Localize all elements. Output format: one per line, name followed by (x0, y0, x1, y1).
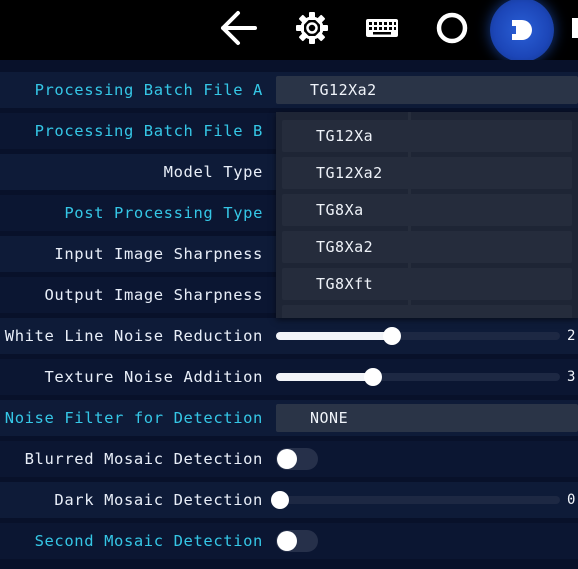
dropdown-option[interactable]: TG12Xa2 (282, 157, 572, 189)
dark-mosaic-slider[interactable] (271, 491, 560, 509)
dropdown-option[interactable]: TG8Xa2 (282, 231, 572, 263)
setting-batch-file-a: Processing Batch File A TG12Xa2 (0, 72, 578, 108)
second-mosaic-toggle[interactable] (276, 530, 318, 552)
active-mode-button[interactable] (490, 0, 554, 62)
setting-white-line-noise: White Line Noise Reduction 2 (0, 318, 578, 354)
setting-label: Blurred Mosaic Detection (24, 450, 263, 468)
settings-panel: Processing Batch File A TG12Xa2 Processi… (0, 60, 578, 569)
white-line-noise-slider[interactable] (276, 327, 560, 345)
keyboard-button[interactable] (360, 6, 404, 50)
dropdown-option[interactable]: TG12Xa (282, 120, 572, 152)
slider-thumb[interactable] (364, 368, 382, 386)
setting-dark-mosaic: Dark Mosaic Detection 0 (0, 482, 578, 518)
dropdown-option[interactable]: TG8Xa (282, 194, 572, 226)
slider-value: 2 (567, 328, 576, 344)
blurred-mosaic-toggle[interactable] (276, 448, 318, 470)
circle-button[interactable] (430, 6, 474, 50)
slider-fill (276, 332, 392, 340)
batch-file-b-dropdown[interactable]: TG12Xa TG12Xa2 TG8Xa TG8Xa2 TG8Xft (276, 112, 578, 318)
slider-thumb[interactable] (383, 327, 401, 345)
active-mode-icon (512, 20, 532, 40)
back-arrow-icon (221, 11, 257, 45)
setting-blurred-mosaic: Blurred Mosaic Detection (0, 441, 578, 477)
setting-label: Dark Mosaic Detection (54, 491, 263, 509)
setting-label: Texture Noise Addition (44, 368, 263, 386)
slider-thumb[interactable] (271, 491, 289, 509)
texture-noise-slider[interactable] (276, 368, 560, 386)
dropdown-option[interactable]: TG8Xft (282, 268, 572, 300)
setting-second-mosaic: Second Mosaic Detection (0, 523, 578, 559)
slider-fill (276, 373, 373, 381)
batch-file-a-select[interactable]: TG12Xa2 (276, 76, 578, 104)
setting-label: Second Mosaic Detection (34, 532, 263, 550)
slider-value: 0 (567, 492, 576, 508)
settings-button[interactable] (290, 6, 334, 50)
setting-label: Output Image Sharpness (44, 286, 263, 304)
circle-icon (436, 12, 468, 44)
toggle-knob (277, 449, 297, 469)
setting-label: Noise Filter for Detection (4, 409, 263, 427)
dropdown-option-partial[interactable] (282, 305, 572, 318)
setting-label: Model Type (163, 163, 263, 181)
slider-value: 3 (567, 369, 576, 385)
top-toolbar (0, 0, 578, 62)
setting-texture-noise: Texture Noise Addition 3 (0, 359, 578, 395)
toggle-knob (277, 531, 297, 551)
back-button[interactable] (216, 6, 260, 50)
setting-noise-filter: Noise Filter for Detection NONE (0, 400, 578, 436)
setting-label: Processing Batch File A (34, 81, 263, 99)
gear-icon (296, 12, 328, 44)
setting-label: Processing Batch File B (34, 122, 263, 140)
setting-label: Input Image Sharpness (54, 245, 263, 263)
noise-filter-select[interactable]: NONE (276, 404, 578, 432)
setting-label: White Line Noise Reduction (4, 327, 263, 345)
keyboard-icon (366, 19, 398, 37)
overflow-edge-icon (572, 18, 578, 38)
setting-label: Post Processing Type (64, 204, 263, 222)
